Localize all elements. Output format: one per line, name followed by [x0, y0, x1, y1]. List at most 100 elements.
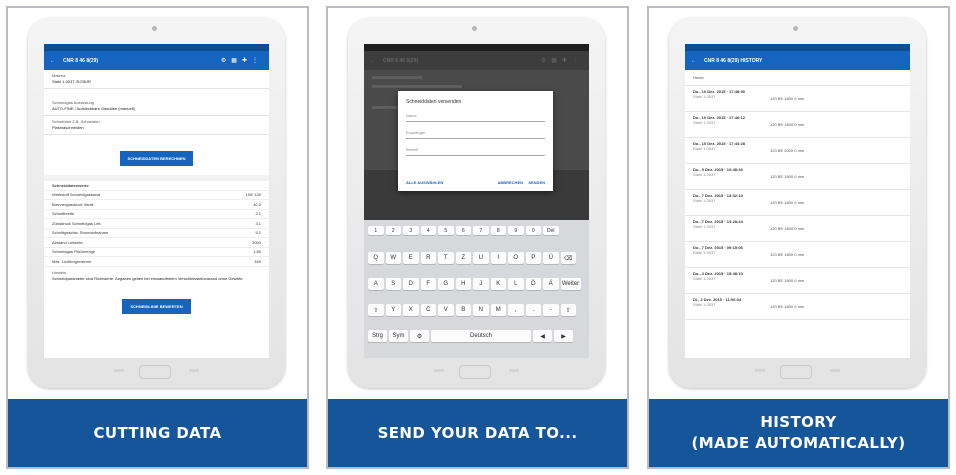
key[interactable]: G [438, 278, 454, 290]
key[interactable]: X [403, 304, 419, 316]
key[interactable]: 3 [403, 226, 419, 235]
key[interactable]: S [385, 278, 401, 290]
key[interactable]: L [508, 278, 524, 290]
home-button[interactable] [459, 365, 491, 379]
recent-apps-key[interactable] [434, 369, 444, 372]
key[interactable]: 9 [508, 226, 524, 235]
key[interactable]: E [403, 252, 419, 264]
result-value: 2.1 [255, 211, 261, 217]
key[interactable]: Weiter [560, 278, 581, 290]
history-item[interactable]: Do., 9 Dez. 2015 · 10:48:30 Stahl 1.0037 1… [685, 164, 910, 190]
gas-equipment-field[interactable]: Schneidgas Ausrüstung AUTO-FINE / Aufste… [44, 97, 269, 116]
home-button[interactable] [139, 365, 171, 379]
select-all-button[interactable]: ALLE AUSWÄHLEN [406, 180, 443, 185]
key[interactable]: Ö [525, 278, 541, 290]
key[interactable]: H [455, 278, 471, 290]
history-item[interactable]: Do., 10 Dez. 2015 · 17:44:28 Stahl 1.0037… [685, 138, 910, 164]
name-field[interactable]: Name [406, 113, 545, 122]
recent-apps-key[interactable] [114, 369, 124, 372]
key[interactable]: V [438, 304, 454, 316]
history-item[interactable]: Do., 7 Dez. 2015 · 13:28:44 Stahl 1.0037 1… [685, 216, 910, 242]
recipient-field[interactable]: Empfänger [406, 130, 545, 139]
result-value: 1.80 [253, 249, 261, 255]
key[interactable]: 5 [438, 226, 454, 235]
key[interactable]: F [420, 278, 436, 290]
history-item[interactable]: Di., 2 Dez. 2015 · 11:06:34 Stahl 1.0037 1… [685, 294, 910, 320]
history-result: 120 BE 1800 0 mm [770, 122, 805, 127]
history-result: 120 BE 1800 0 mm [770, 278, 805, 283]
key[interactable]: K [490, 278, 506, 290]
key[interactable]: P [525, 252, 541, 264]
key[interactable]: ⇧ [368, 304, 384, 316]
key[interactable]: Del [543, 226, 559, 235]
key[interactable]: 8 [490, 226, 506, 235]
key[interactable]: I [490, 252, 506, 264]
key[interactable]: 2 [385, 226, 401, 235]
key[interactable]: Q [368, 252, 384, 264]
back-key[interactable] [509, 369, 519, 372]
key[interactable]: ⇧ [560, 304, 576, 316]
key[interactable]: Sym [389, 330, 408, 342]
back-arrow-icon[interactable]: ← [50, 58, 55, 64]
key[interactable]: ⌫ [560, 252, 576, 264]
history-result: 120 BE 1800 0 mm [770, 252, 805, 257]
key[interactable]: - [543, 304, 559, 316]
key[interactable]: O [508, 252, 524, 264]
compute-button[interactable]: SCHNEIDDATEN BERECHNEN [119, 151, 194, 166]
key[interactable]: 1 [368, 226, 384, 235]
footer-button[interactable]: SCHNEIDLINIE BEWERTEN [122, 298, 191, 314]
back-arrow-icon[interactable]: ← [691, 58, 696, 64]
send-button[interactable]: SENDEN [528, 180, 545, 185]
key[interactable]: 4 [420, 226, 436, 235]
key[interactable]: T [438, 252, 454, 264]
result-row: Abstand Leitseite 3000 [44, 238, 269, 248]
cut-type-field[interactable]: Schneidart Z.B. Schneiden Plasmaschneide… [44, 116, 269, 135]
key[interactable]: Ä [543, 278, 559, 290]
history-item[interactable]: Do., 7 Dez. 2015 · 13:32:10 Stahl 1.0037 1… [685, 190, 910, 216]
key[interactable]: 0 [525, 226, 541, 235]
history-item[interactable]: Do., 10 Dez. 2015 · 17:48:00 Stahl 1.0037… [685, 86, 910, 112]
history-item[interactable]: Do., 10 Dez. 2015 · 17:46:12 Stahl 1.0037… [685, 112, 910, 138]
subject-field[interactable]: Betreff [406, 147, 545, 156]
results-list: Werkstoff Schneidgaskanal 150/ 130 Brenner… [44, 191, 269, 267]
recent-apps-key[interactable] [755, 369, 765, 372]
key[interactable]: Deutsch [431, 330, 531, 342]
key[interactable]: 7 [473, 226, 489, 235]
key[interactable]: C [420, 304, 436, 316]
key[interactable]: J [473, 278, 489, 290]
result-label: Schnittgeschw. Stromaufnahme [52, 230, 109, 236]
history-item[interactable]: Do., 7 Dez. 2015 · 09:15:06 Stahl 1.0037 1… [685, 242, 910, 268]
material-field[interactable]: Materia Stahl 1.0037 /S235JR [44, 70, 269, 89]
section-label: Heute [685, 70, 910, 86]
key[interactable]: N [473, 304, 489, 316]
result-row: Max. Lichtbogenstrom 160 [44, 257, 269, 267]
history-item[interactable]: Do., 4 Dez. 2015 · 15:48:10 Stahl 1.0037 1… [685, 268, 910, 294]
cancel-button[interactable]: ABBRECHEN [497, 180, 523, 185]
key[interactable]: Strg [368, 330, 387, 342]
key[interactable]: M [490, 304, 506, 316]
back-key[interactable] [830, 369, 840, 372]
key[interactable]: ◀ [533, 330, 552, 342]
key[interactable]: W [385, 252, 401, 264]
on-screen-keyboard: 1 2 3 4 5 6 7 8 9 0 Del Q W E R T Z U I O P Ü ⌫ A S D F G H J K L Ö Ä Weit… [364, 220, 589, 358]
back-key[interactable] [189, 369, 199, 372]
result-row: Brennergasdruck Ventil 40.0 [44, 200, 269, 210]
camera-icon [793, 26, 798, 31]
caption-history: HISTORY (MADE AUTOMATICALLY) [649, 399, 948, 467]
key[interactable]: , [508, 304, 524, 316]
key[interactable]: Y [385, 304, 401, 316]
key[interactable]: U [473, 252, 489, 264]
key[interactable]: Z [455, 252, 471, 264]
key[interactable]: B [455, 304, 471, 316]
toolbar-icons[interactable]: ⚙▦✚⋮ [221, 57, 263, 64]
home-button[interactable] [780, 365, 812, 379]
key[interactable]: . [525, 304, 541, 316]
key[interactable]: D [403, 278, 419, 290]
result-label: Zünddruck Schneidgas Leit. [52, 220, 102, 226]
key[interactable]: ⚙ [410, 330, 429, 342]
key[interactable]: A [368, 278, 384, 290]
key[interactable]: R [420, 252, 436, 264]
key[interactable]: 6 [455, 226, 471, 235]
key[interactable]: ▶ [554, 330, 573, 342]
key[interactable]: Ü [543, 252, 559, 264]
